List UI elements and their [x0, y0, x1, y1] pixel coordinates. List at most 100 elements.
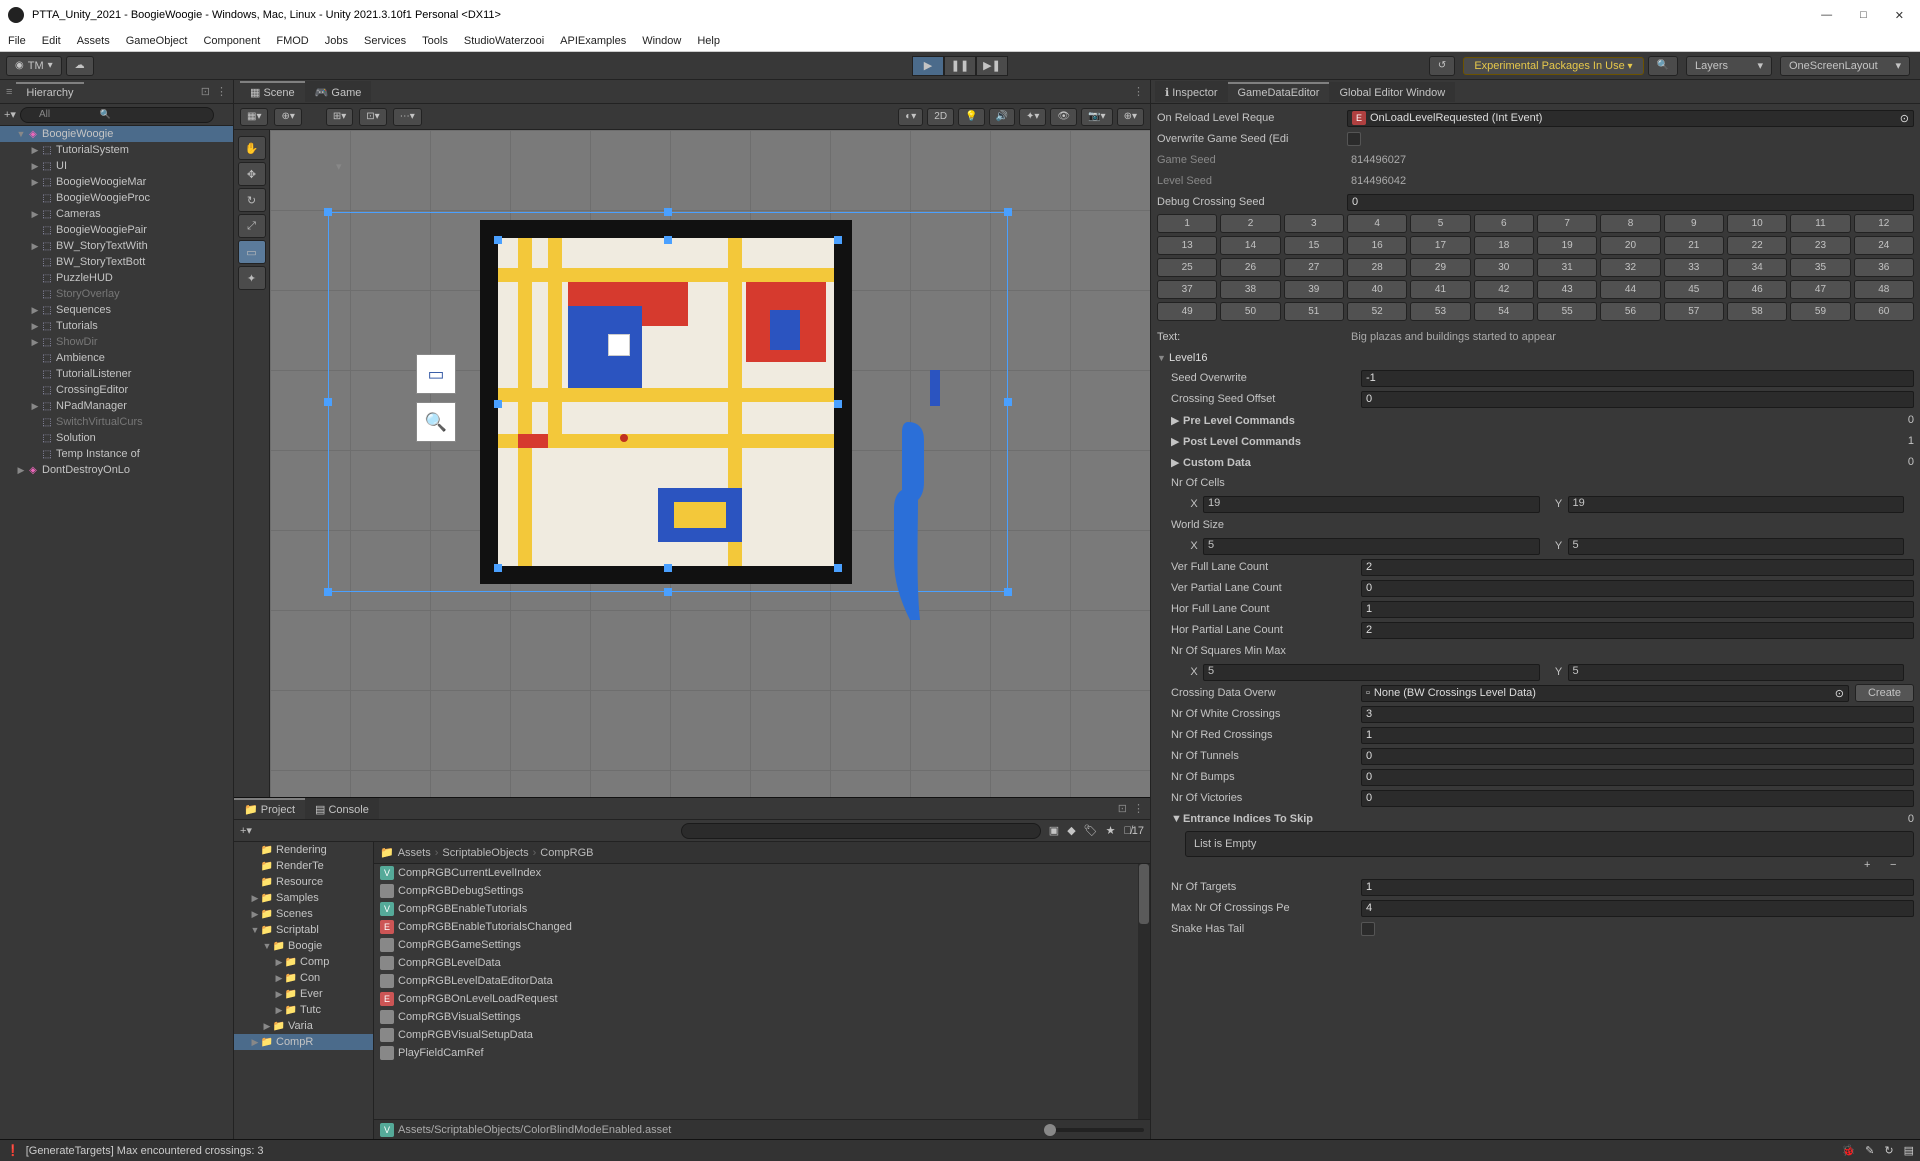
level-button-9[interactable]: 9 [1664, 214, 1724, 233]
nrtarg-field[interactable]: 1 [1361, 879, 1914, 896]
level-button-50[interactable]: 50 [1220, 302, 1280, 321]
level-button-58[interactable]: 58 [1727, 302, 1787, 321]
status-icon-2[interactable]: ✎ [1865, 1144, 1874, 1157]
visibility-toggle[interactable]: 👁 [1050, 108, 1077, 126]
project-folder[interactable]: ▶📁Scenes [234, 906, 373, 922]
level-button-51[interactable]: 51 [1284, 302, 1344, 321]
level-button-20[interactable]: 20 [1600, 236, 1660, 255]
experimental-packages-pill[interactable]: Experimental Packages In Use ▾ [1463, 57, 1643, 75]
level-foldout[interactable]: ▼Level16 [1157, 348, 1914, 368]
world-x-field[interactable]: 5 [1203, 538, 1540, 555]
level-button-7[interactable]: 7 [1537, 214, 1597, 233]
hierarchy-item[interactable]: ⬚Temp Instance of [0, 446, 233, 462]
menu-gameobject[interactable]: GameObject [126, 35, 188, 47]
hierarchy-item[interactable]: ⬚TutorialListener [0, 366, 233, 382]
project-folder[interactable]: 📁Rendering [234, 842, 373, 858]
hierarchy-item[interactable]: ⬚SwitchVirtualCurs [0, 414, 233, 430]
level-button-2[interactable]: 2 [1220, 214, 1280, 233]
asset-item[interactable]: ECompRGBEnableTutorialsChanged [374, 918, 1150, 936]
project-folder[interactable]: ▶📁Ever [234, 986, 373, 1002]
error-icon[interactable]: ❗ [6, 1144, 20, 1157]
level-button-36[interactable]: 36 [1854, 258, 1914, 277]
project-folder[interactable]: ▶📁Con [234, 970, 373, 986]
hierarchy-item[interactable]: ▶⬚BW_StoryTextWith [0, 238, 233, 254]
menu-apiexamples[interactable]: APIExamples [560, 35, 626, 47]
project-folder[interactable]: ▶📁Comp [234, 954, 373, 970]
camera-dropdown[interactable]: 📷▾ [1081, 108, 1112, 126]
project-folder[interactable]: ▶📁Varia [234, 1018, 373, 1034]
nrwhite-field[interactable]: 3 [1361, 706, 1914, 723]
level-button-26[interactable]: 26 [1220, 258, 1280, 277]
draw-mode-dropdown[interactable]: ▦▾ [240, 108, 268, 126]
level-button-29[interactable]: 29 [1410, 258, 1470, 277]
menu-component[interactable]: Component [203, 35, 260, 47]
snake-checkbox[interactable] [1361, 922, 1375, 936]
level-button-30[interactable]: 30 [1474, 258, 1534, 277]
hierarchy-item[interactable]: ▶⬚Sequences [0, 302, 233, 318]
level-button-10[interactable]: 10 [1727, 214, 1787, 233]
hierarchy-item[interactable]: ▶⬚Tutorials [0, 318, 233, 334]
audio-toggle[interactable]: 🔊 [989, 108, 1015, 126]
project-folder[interactable]: ▶📁CompR [234, 1034, 373, 1050]
transform-tool[interactable]: ✦ [238, 266, 266, 290]
menu-assets[interactable]: Assets [77, 35, 110, 47]
2d-toggle[interactable]: 2D [927, 108, 954, 126]
hierarchy-item[interactable]: ⬚BoogieWoogieProc [0, 190, 233, 206]
gizmos-dropdown[interactable]: ⊕▾ [1117, 108, 1144, 126]
menu-fmod[interactable]: FMOD [276, 35, 308, 47]
sq-y-field[interactable]: 5 [1568, 664, 1905, 681]
level-button-38[interactable]: 38 [1220, 280, 1280, 299]
level-button-35[interactable]: 35 [1790, 258, 1850, 277]
menu-jobs[interactable]: Jobs [325, 35, 348, 47]
maximize-icon[interactable]: □ [1860, 9, 1867, 22]
cells-y-field[interactable]: 19 [1568, 496, 1905, 513]
level-button-11[interactable]: 11 [1790, 214, 1850, 233]
project-zoom-slider[interactable] [1044, 1128, 1144, 1132]
hierarchy-item[interactable]: ▶⬚ShowDir [0, 334, 233, 350]
level-button-55[interactable]: 55 [1537, 302, 1597, 321]
level-button-18[interactable]: 18 [1474, 236, 1534, 255]
move-tool[interactable]: ✥ [238, 162, 266, 186]
maxcross-field[interactable]: 4 [1361, 900, 1914, 917]
hierarchy-item[interactable]: ▶⬚BoogieWoogieMar [0, 174, 233, 190]
hierarchy-item[interactable]: ⬚Solution [0, 430, 233, 446]
status-icon-1[interactable]: 🐞 [1841, 1144, 1855, 1157]
cells-x-field[interactable]: 19 [1203, 496, 1540, 513]
level-button-57[interactable]: 57 [1664, 302, 1724, 321]
asset-item[interactable]: CompRGBVisualSettings [374, 1008, 1150, 1026]
nrred-field[interactable]: 1 [1361, 727, 1914, 744]
project-menu-icon[interactable]: ⋮ [1133, 802, 1144, 815]
debugcrossing-field[interactable]: 0 [1347, 194, 1914, 211]
project-folder[interactable]: 📁Resource [234, 874, 373, 890]
nrvic-field[interactable]: 0 [1361, 790, 1914, 807]
level-button-17[interactable]: 17 [1410, 236, 1470, 255]
project-folder[interactable]: 📁RenderTe [234, 858, 373, 874]
level-button-4[interactable]: 4 [1347, 214, 1407, 233]
level-button-32[interactable]: 32 [1600, 258, 1660, 277]
close-icon[interactable]: ✕ [1895, 9, 1904, 22]
level-button-3[interactable]: 3 [1284, 214, 1344, 233]
hierarchy-item[interactable]: ⬚PuzzleHUD [0, 270, 233, 286]
level-button-21[interactable]: 21 [1664, 236, 1724, 255]
view-options-dropdown[interactable]: ◐▾ [898, 108, 923, 126]
snap-dropdown[interactable]: ⊡▾ [359, 108, 386, 126]
menu-window[interactable]: Window [642, 35, 681, 47]
proj-filter-2-icon[interactable]: ◆ [1067, 824, 1075, 837]
tab-hierarchy[interactable]: Hierarchy [16, 82, 83, 102]
hierarchy-popout-icon[interactable]: ⊡ [201, 85, 210, 98]
asset-item[interactable]: PlayFieldCamRef [374, 1044, 1150, 1062]
level-button-22[interactable]: 22 [1727, 236, 1787, 255]
hierarchy-item[interactable]: ▶⬚UI [0, 158, 233, 174]
list-add-button[interactable]: + [1864, 859, 1886, 871]
grid-dropdown[interactable]: ⊞▾ [326, 108, 353, 126]
hierarchy-item[interactable]: ▼◈BoogieWoogie [0, 126, 233, 142]
tab-globaleditor[interactable]: Global Editor Window [1329, 82, 1455, 102]
level-button-6[interactable]: 6 [1474, 214, 1534, 233]
nrbump-field[interactable]: 0 [1361, 769, 1914, 786]
hierarchy-item[interactable]: ▶⬚TutorialSystem [0, 142, 233, 158]
scene-overlay-search-icon[interactable]: 🔍 [416, 402, 456, 442]
hierarchy-item[interactable]: ▶⬚Cameras [0, 206, 233, 222]
project-folder[interactable]: ▼📁Scriptabl [234, 922, 373, 938]
layers-dropdown[interactable]: Layers▾ [1686, 56, 1772, 76]
tab-gamedataeditor[interactable]: GameDataEditor [1228, 82, 1330, 102]
